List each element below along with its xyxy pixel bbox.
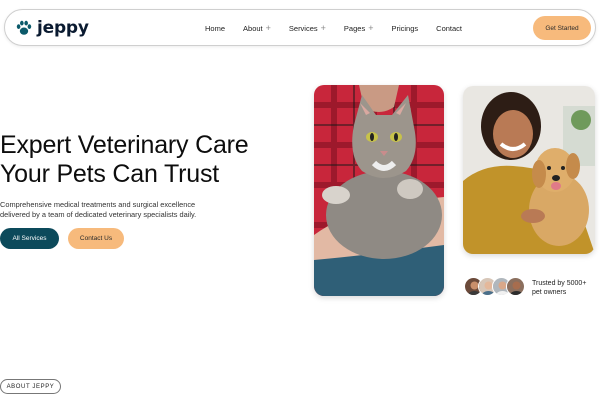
nav-label: Contact <box>436 24 463 33</box>
nav-label: Home <box>205 24 226 33</box>
nav-item-pricings[interactable]: Pricings <box>391 24 418 33</box>
cat-photo <box>314 85 444 296</box>
hero-title-line-1: Expert Veterinary Care <box>0 131 249 159</box>
plus-icon: + <box>265 23 271 33</box>
nav-item-services[interactable]: Services + <box>288 23 326 34</box>
hero-title: Expert Veterinary Care Your Pets Can Tru… <box>0 131 300 189</box>
nav-label: About <box>243 24 263 33</box>
nav-label: Services <box>288 24 318 33</box>
about-section-badge: ABOUT JEPPY <box>0 379 61 394</box>
trusted-by-text: Trusted by 5000+ pet owners <box>532 279 600 297</box>
top-navbar: jeppy Home About + Services + Pages + Pr… <box>4 9 596 46</box>
main-nav: Home About + Services + Pages + Pricings… <box>205 10 480 47</box>
nav-item-pages[interactable]: Pages + <box>343 23 374 34</box>
hero-subtitle-line-2: delivered by a team of dedicated veterin… <box>0 209 197 219</box>
brand-name: jeppy <box>37 18 89 38</box>
woman-dog-illustration <box>463 86 595 254</box>
plus-icon: + <box>368 23 374 33</box>
nav-item-home[interactable]: Home <box>205 24 225 33</box>
customer-avatars <box>464 277 525 298</box>
nav-label: Pricings <box>391 24 419 33</box>
nav-item-about[interactable]: About + <box>243 23 271 34</box>
hero-title-line-2: Your Pets Can Trust <box>0 160 220 188</box>
plus-icon: + <box>320 23 326 33</box>
paw-icon <box>16 20 32 35</box>
nav-item-contact[interactable]: Contact <box>436 24 462 33</box>
all-services-button[interactable]: All Services <box>0 228 59 249</box>
avatar <box>506 277 525 296</box>
nav-label: Pages <box>343 24 366 33</box>
trusted-line-1: Trusted by 5000+ <box>532 280 587 287</box>
hero-subtitle: Comprehensive medical treatments and sur… <box>0 200 210 219</box>
hero-subtitle-line-1: Comprehensive medical treatments and sur… <box>0 200 196 209</box>
contact-us-button[interactable]: Contact Us <box>68 228 124 249</box>
cat-illustration <box>314 85 444 296</box>
brand-logo[interactable]: jeppy <box>15 16 89 40</box>
woman-with-dog-photo <box>463 86 595 254</box>
trusted-line-2: pet owners <box>532 289 567 296</box>
get-started-button[interactable]: Get Started <box>533 16 591 40</box>
